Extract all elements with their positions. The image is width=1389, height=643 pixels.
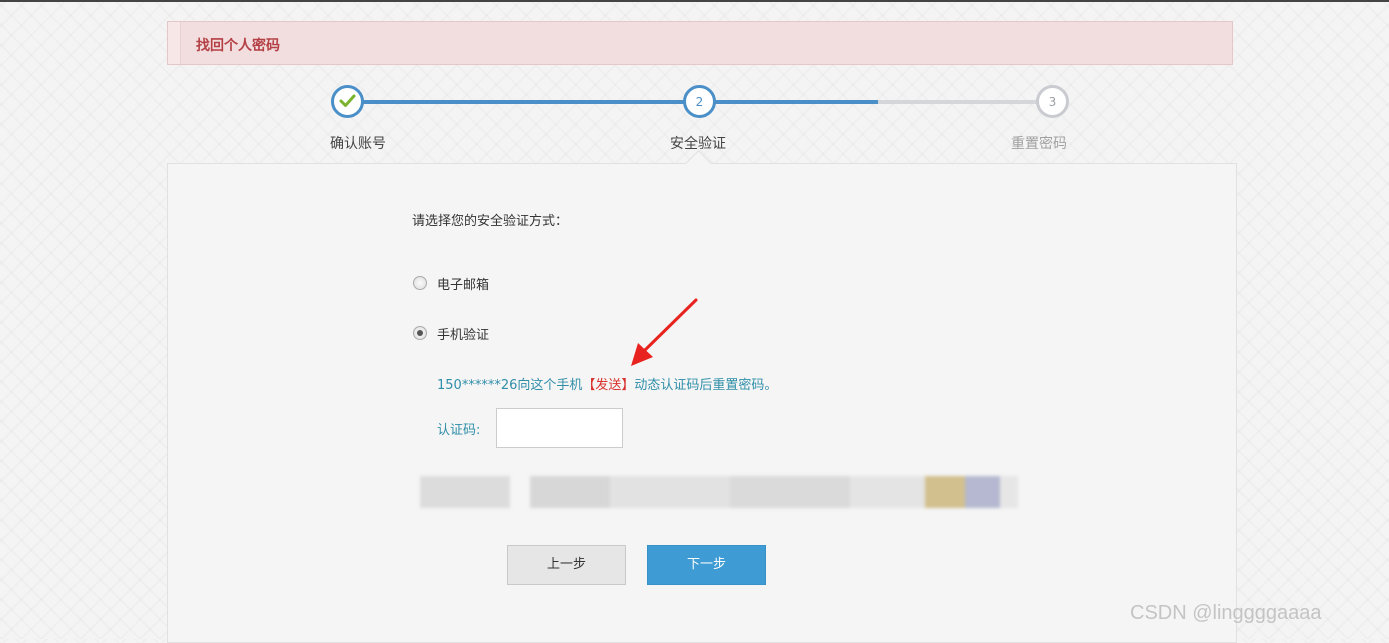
prev-step-button[interactable]: 上一步	[507, 545, 626, 585]
radio-selected-dot	[417, 330, 423, 336]
phone-option-label[interactable]: 手机验证	[437, 324, 489, 343]
phone-info-text: 150******26向这个手机【发送】动态认证码后重置密码。	[437, 374, 777, 393]
progress-line-remaining	[878, 100, 1053, 104]
watermark: CSDN @linggggaaaa	[1130, 602, 1322, 624]
next-step-button[interactable]: 下一步	[647, 545, 766, 585]
step-1-indicator	[331, 85, 364, 118]
phone-info-prefix: 向这个手机	[517, 378, 583, 393]
page-header: 找回个人密码	[167, 21, 1233, 65]
redacted-content	[420, 476, 1020, 508]
verification-code-input[interactable]	[496, 408, 623, 448]
masked-phone-number: 150******26	[437, 378, 518, 393]
email-radio[interactable]	[413, 276, 427, 290]
step-2-indicator: 2	[683, 85, 716, 118]
step-1-label: 确认账号	[330, 136, 386, 152]
verification-prompt: 请选择您的安全验证方式：	[412, 214, 569, 229]
phone-info-suffix: 动态认证码后重置密码。	[634, 378, 778, 393]
send-code-link[interactable]: 【发送】	[582, 378, 634, 393]
annotation-arrow-icon	[631, 298, 698, 366]
top-border	[0, 0, 1389, 2]
header-accent	[168, 22, 181, 64]
step-3-indicator: 3	[1036, 85, 1069, 118]
step-3-label: 重置密码	[1011, 136, 1067, 152]
progress-line-completed	[348, 100, 878, 104]
email-option-label[interactable]: 电子邮箱	[437, 274, 489, 293]
code-label: 认证码:	[437, 423, 481, 438]
phone-radio[interactable]	[413, 326, 427, 340]
page-title: 找回个人密码	[196, 38, 280, 54]
